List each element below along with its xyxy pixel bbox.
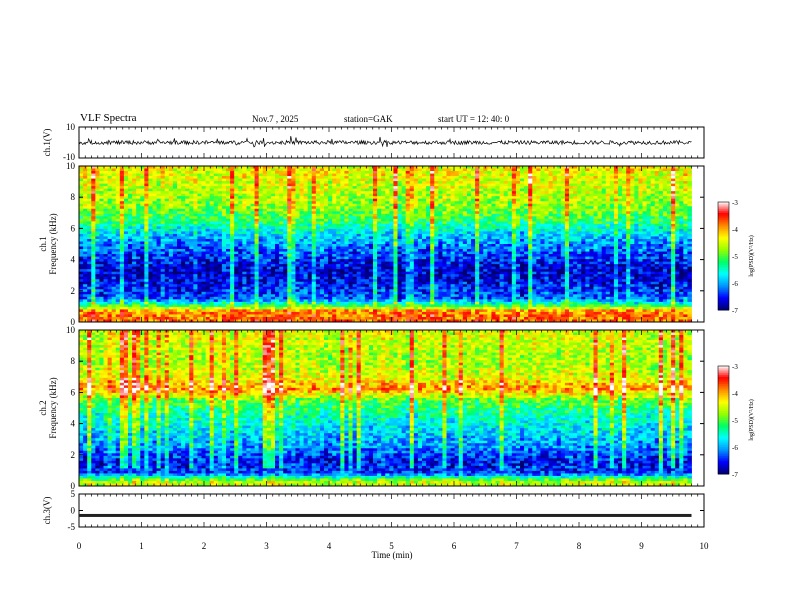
ch2-spectrogram-colorbar-tick: -7 [732, 471, 738, 479]
ch3-ytick-label: -5 [68, 522, 76, 532]
ch3-waveform-line [79, 513, 692, 517]
ch3-ytick-label: 0 [71, 506, 76, 516]
ch2-spectrogram-ytick-label: 6 [71, 387, 76, 397]
ch2-spectrogram-ytick-label: 4 [71, 419, 76, 429]
ch1-spectrogram-colorbar-tick: -3 [732, 199, 738, 207]
ch1-spectrogram-colorbar-tick: -4 [732, 226, 738, 234]
ch3-ytick-label: 5 [71, 489, 76, 499]
ch1-ytick-label: -10 [63, 152, 75, 162]
ch1-spectrogram-ytick-label: 2 [71, 286, 76, 296]
ch1-spectrogram-ylabel: Frequency (kHz) [48, 213, 58, 274]
ch1-waveform-line [78, 136, 692, 148]
x-tick-label: 1 [139, 541, 144, 551]
vlf-spectra-figure: 0246810ch.1 Frequency (kHz)-3-4-5-6-7log(… [38, 122, 755, 560]
x-tick-label: 2 [202, 541, 207, 551]
ch2-spectrogram-ylabel: Frequency (kHz) [48, 377, 58, 438]
ch1-spectrogram-cells [79, 166, 692, 323]
x-tick-label: 8 [577, 541, 582, 551]
x-tick-label: 6 [452, 541, 457, 551]
ch1-spectrogram-colorbar-label: log(PSD)(V²/Hz) [748, 235, 755, 276]
ch1-spectrogram-ylabel: ch.1 [38, 236, 48, 251]
x-tick-label: 10 [700, 541, 710, 551]
ch2-spectrogram-colorbar-label: log(PSD)(V²/Hz) [748, 399, 755, 440]
ch2-spectrogram-colorbar [718, 366, 729, 475]
x-tick-label: 4 [327, 541, 332, 551]
x-tick-label: 9 [639, 541, 644, 551]
x-tick-label: 3 [264, 541, 269, 551]
ch1-spectrogram-ytick-label: 8 [71, 192, 76, 202]
ch2-spectrogram-ytick-label: 10 [66, 325, 76, 335]
x-tick-label: 0 [77, 541, 82, 551]
ch1-spectrogram-colorbar [718, 202, 729, 311]
ch2-spectrogram-ytick-label: 8 [71, 356, 76, 366]
x-tick-label: 7 [514, 541, 519, 551]
ch2-spectrogram-ytick-label: 2 [71, 450, 76, 460]
ch2-spectrogram-colorbar-tick: -5 [732, 417, 738, 425]
ch1-spectrogram-ytick-label: 10 [66, 161, 76, 171]
ch1-ytick-label: 10 [66, 122, 76, 132]
ch1-spectrogram-ytick-label: 6 [71, 223, 76, 233]
ch2-spectrogram-colorbar-tick: -3 [732, 363, 738, 371]
ch1-spectrogram-colorbar-tick: -6 [732, 280, 738, 288]
ch2-spectrogram-colorbar-tick: -4 [732, 390, 738, 398]
ch1-spectrogram-ytick-label: 4 [71, 255, 76, 265]
ch2-spectrogram-colorbar-tick: -6 [732, 444, 738, 452]
ch2-spectrogram-cells [79, 330, 692, 487]
ch2-spectrogram-ylabel: ch.2 [38, 400, 48, 415]
ch1-spectrogram-colorbar-tick: -5 [732, 253, 738, 261]
x-axis-label: Time (min) [372, 550, 413, 560]
ch1-spectrogram-colorbar-tick: -7 [732, 307, 738, 315]
ch1-ylabel: ch.1(V) [42, 129, 52, 157]
ch3-ylabel: ch.3(V) [42, 497, 52, 525]
